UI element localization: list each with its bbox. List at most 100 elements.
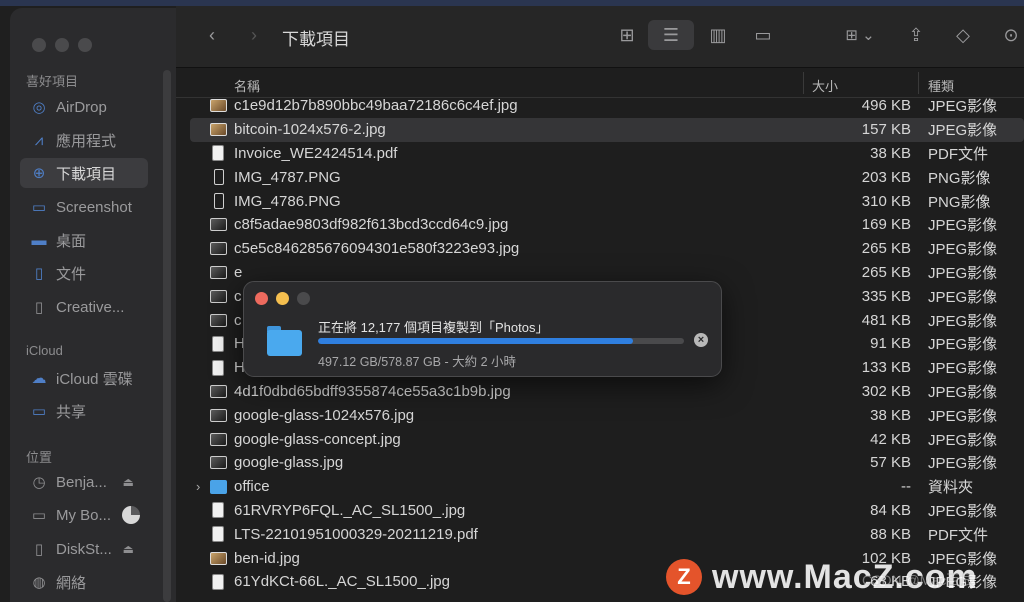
file-row[interactable]: c5e5c846285676094301e580f3223e93.jpg 265 …	[190, 237, 1024, 261]
shared-folder-icon: ▭	[31, 403, 47, 420]
ellipsis-circle-icon: ⊙	[1003, 24, 1019, 45]
file-kind: JPEG影像	[928, 502, 998, 520]
sidebar-item-label: My Bo...	[56, 506, 112, 524]
tags-button[interactable]: ◇	[948, 20, 978, 50]
eject-icon[interactable]: ⏏	[123, 475, 134, 489]
file-kind: 資料夾	[928, 479, 974, 497]
sidebar-item-network[interactable]: ◍ 網絡	[20, 567, 148, 597]
file-kind: JPEG影像	[928, 455, 998, 473]
sidebar-scrollbar[interactable]	[163, 70, 171, 602]
file-row[interactable]: google-glass-1024x576.jpg 38 KB JPEG影像	[190, 403, 1024, 427]
copy-progress-fill	[318, 338, 633, 344]
window-controls	[32, 38, 92, 52]
file-row[interactable]: IMG_4787.PNG 203 KB PNG影像	[190, 165, 1024, 189]
file-kind: JPEG影像	[928, 264, 998, 282]
column-view-button[interactable]: ▥	[702, 20, 734, 50]
icon-view-button[interactable]: ⊞	[612, 20, 642, 50]
file-name: 61YdKCt-66L._AC_SL1500_.jpg	[234, 573, 450, 591]
file-row[interactable]: google-glass.jpg 57 KB JPEG影像	[190, 451, 1024, 475]
sidebar-item-downloads[interactable]: ⊕ 下載項目	[20, 158, 148, 188]
sidebar-item-airdrop[interactable]: ◎ AirDrop	[20, 92, 148, 122]
sidebar-section-icloud: iCloud	[26, 343, 63, 358]
file-name: google-glass-1024x576.jpg	[234, 406, 415, 424]
file-thumbnail-icon	[210, 384, 227, 398]
file-row[interactable]: › office -- 資料夾	[190, 475, 1024, 499]
column-header-name[interactable]: 名稱	[234, 76, 260, 95]
file-thumbnail-icon	[210, 265, 227, 279]
cancel-copy-button[interactable]: ×	[694, 333, 708, 347]
file-kind: JPEG影像	[928, 98, 998, 116]
file-size: 310 KB	[861, 192, 911, 210]
share-button[interactable]: ⇪	[902, 20, 930, 50]
file-row[interactable]: c1e9d12b7b890bbc49baa72186c6c4ef.jpg 496 …	[190, 94, 1024, 118]
list-view-button[interactable]: ☰	[648, 20, 694, 50]
sidebar-item-benja[interactable]: ◷ Benja... ⏏	[20, 467, 148, 497]
file-size: 88 KB	[870, 525, 911, 543]
sidebar-item-shared[interactable]: ▭ 共享	[20, 396, 148, 426]
sidebar-item-label: 桌面	[56, 232, 87, 250]
zoom-window-button[interactable]	[78, 38, 92, 52]
sidebar-item-label: 網絡	[56, 574, 87, 592]
group-by-button[interactable]: ⊞ ⌄	[836, 20, 884, 50]
dialog-minimize-button[interactable]	[276, 292, 289, 305]
forward-button[interactable]: ›	[240, 20, 268, 50]
file-name: LTS-22101951000329-20211219.pdf	[234, 525, 478, 543]
file-icon: ▯	[34, 299, 44, 316]
file-name: 4d1f0dbd65bdff9355874ce55a3c1b9b.jpg	[234, 382, 511, 400]
file-row[interactable]: Invoice_WE2424514.pdf 38 KB PDF文件	[190, 142, 1024, 166]
column-divider[interactable]	[918, 72, 919, 94]
file-row[interactable]: google-glass-concept.jpg 42 KB JPEG影像	[190, 427, 1024, 451]
tag-icon: ◇	[956, 24, 970, 45]
column-divider[interactable]	[803, 72, 804, 94]
sidebar-item-mybook[interactable]: ▭ My Bo...	[20, 500, 148, 530]
sidebar-item-desktop[interactable]: ▬ 桌面	[20, 225, 148, 255]
file-thumbnail-icon	[210, 289, 227, 303]
eject-icon[interactable]: ⏏	[123, 542, 134, 556]
file-kind: JPEG影像	[928, 336, 998, 354]
gallery-view-button[interactable]: ▭	[746, 20, 780, 50]
file-name: 61RVRYP6FQL._AC_SL1500_.jpg	[234, 501, 466, 519]
file-row[interactable]: IMG_4786.PNG 310 KB PNG影像	[190, 189, 1024, 213]
sidebar-item-documents[interactable]: ▯ 文件	[20, 258, 148, 288]
watermark-credit: CSDN @Mac百辰	[862, 572, 975, 588]
file-row[interactable]: 61RVRYP6FQL._AC_SL1500_.jpg 84 KB JPEG影像	[190, 499, 1024, 523]
sidebar-item-creative[interactable]: ▯ Creative...	[20, 292, 148, 322]
minimize-window-button[interactable]	[55, 38, 69, 52]
sidebar-item-screenshot[interactable]: ▭ Screenshot	[20, 192, 148, 222]
more-button[interactable]: ⊙	[998, 20, 1024, 50]
cloud-icon: ☁	[31, 370, 47, 387]
file-thumbnail-icon	[212, 359, 224, 376]
disk-usage-pie-icon	[122, 506, 140, 524]
file-thumbnail-icon	[214, 169, 224, 186]
file-thumbnail-icon	[210, 218, 227, 232]
sidebar-item-diskstation[interactable]: ▯ DiskSt... ⏏	[20, 534, 148, 564]
file-name: c	[234, 287, 242, 305]
folder-icon: ▭	[31, 199, 47, 216]
sidebar-item-icloud-drive[interactable]: ☁ iCloud 雲碟	[20, 363, 148, 393]
copy-progress-detail: 497.12 GB/578.87 GB - 大約 2 小時	[318, 355, 517, 369]
sidebar-section-favorites: 喜好項目	[26, 74, 79, 89]
share-icon: ⇪	[908, 24, 924, 45]
sidebar-item-applications[interactable]: ⩘ 應用程式	[20, 125, 148, 155]
disclosure-chevron-icon[interactable]: ›	[196, 479, 200, 494]
file-row[interactable]: bitcoin-1024x576-2.jpg 157 KB JPEG影像	[190, 117, 1024, 142]
dialog-window-controls	[255, 292, 310, 305]
file-row[interactable]: c8f5adae9803df982f613bcd3ccd64c9.jpg 169 …	[190, 213, 1024, 237]
back-button[interactable]: ‹	[198, 20, 226, 50]
file-row[interactable]: 4d1f0dbd65bdff9355874ce55a3c1b9b.jpg 302 …	[190, 380, 1024, 404]
file-name: c8f5adae9803df982f613bcd3ccd64c9.jpg	[234, 216, 509, 234]
close-window-button[interactable]	[32, 38, 46, 52]
column-header-kind[interactable]: 種類	[928, 76, 954, 95]
column-header-size[interactable]: 大小	[812, 76, 838, 95]
file-kind: JPEG影像	[928, 360, 998, 378]
file-size: 335 KB	[861, 287, 911, 305]
chevron-right-icon: ›	[251, 24, 257, 45]
globe-icon: ◍	[32, 574, 46, 591]
file-row[interactable]: LTS-22101951000329-20211219.pdf 88 KB PDF文…	[190, 522, 1024, 546]
file-thumbnail-icon	[210, 408, 227, 422]
dialog-close-button[interactable]	[255, 292, 268, 305]
file-thumbnail-icon	[210, 123, 227, 137]
sidebar-item-label: Benja...	[56, 473, 107, 491]
file-thumbnail-icon	[212, 335, 224, 352]
file-kind: JPEG影像	[928, 312, 998, 330]
